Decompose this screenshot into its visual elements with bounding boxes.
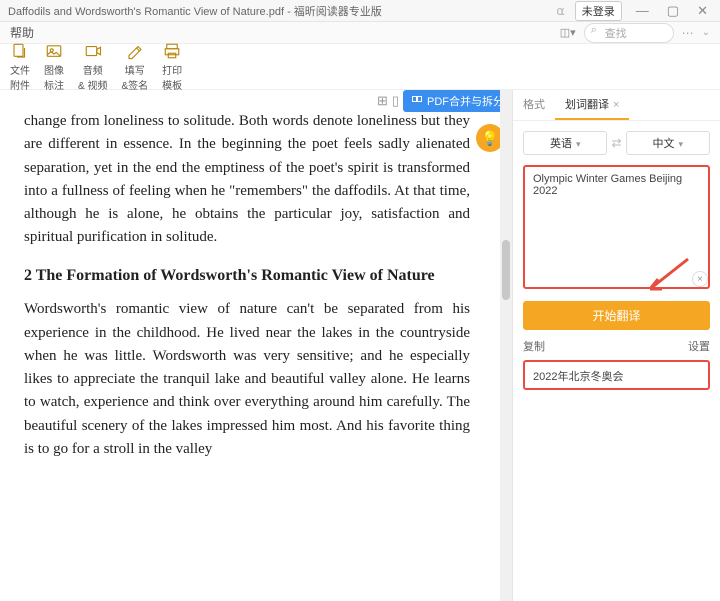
tool-audio-video[interactable]: 音频 & 视频 [78,42,107,92]
doc-heading: 2 The Formation of Wordsworth's Romantic… [24,264,470,289]
copy-button[interactable]: 复制 [523,338,545,354]
lang-from-select[interactable]: 英语 [523,131,607,155]
view-mode-dropdown[interactable]: ◫▾ [560,26,576,39]
tool-print-template[interactable]: 打印 模板 [162,42,182,92]
swap-lang-icon[interactable]: ⇄ [611,136,621,150]
translate-input[interactable]: Olympic Winter Games Beijing 2022 [523,165,710,289]
doc-scrollbar[interactable] [500,90,512,601]
settings-button[interactable]: 设置 [688,338,710,354]
ribbon-icon[interactable]: ⍺ [556,3,565,19]
translate-output: 2022年北京冬奥会 [523,360,710,390]
window-title: Daffodils and Wordsworth's Romantic View… [8,3,556,19]
view-grid-icon[interactable]: ⊞ [377,93,388,109]
minimize-icon[interactable]: — [632,3,653,18]
document-viewer[interactable]: change from loneliness to solitude. Both… [0,90,500,601]
pdf-merge-split-button[interactable]: PDF合并与拆分 [403,90,512,112]
close-icon[interactable]: ✕ [693,3,712,19]
tool-image-annotate[interactable]: 图像 标注 [44,42,64,92]
translate-button[interactable]: 开始翻译 [523,301,710,330]
doc-paragraph: Wordsworth's romantic view of nature can… [24,298,470,461]
clear-input-icon[interactable]: × [692,271,708,287]
menu-overflow-icon[interactable]: ⋯ [682,26,694,40]
login-button[interactable]: 未登录 [575,1,622,21]
tab-close-icon[interactable]: × [613,99,619,111]
tab-translate[interactable]: 划词翻译× [555,90,629,120]
tool-fill-sign[interactable]: 填写 &签名 [121,42,148,92]
view-single-icon[interactable]: ▯ [392,93,399,109]
lang-to-select[interactable]: 中文 [626,131,710,155]
menu-help[interactable]: 帮助 [10,24,34,41]
tab-format[interactable]: 格式 [513,90,555,120]
maximize-icon[interactable]: ▢ [663,3,683,19]
menu-chevron-icon[interactable]: ⌄ [702,27,710,38]
doc-paragraph: change from loneliness to solitude. Both… [24,110,470,250]
tool-file-attachment[interactable]: 文件 附件 [10,42,30,92]
search-input[interactable]: 查找 [584,23,674,43]
